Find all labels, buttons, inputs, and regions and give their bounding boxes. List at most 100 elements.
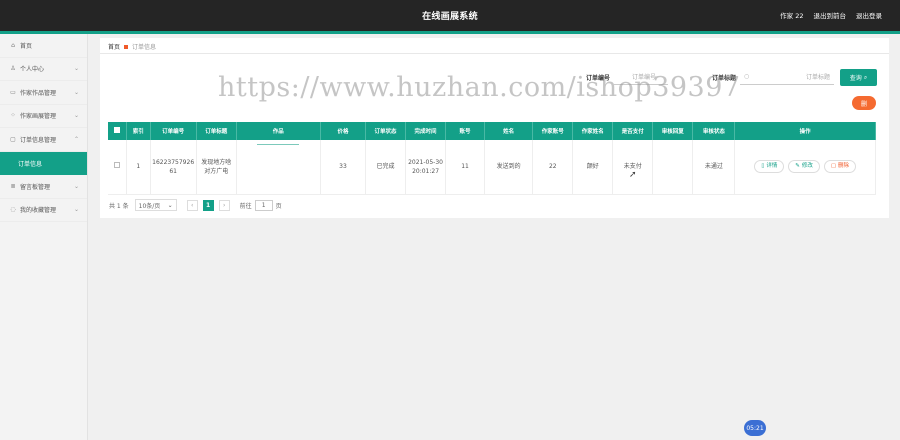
order-no-label: 订单编号	[586, 74, 611, 82]
pagination: 共 1 条 10条/页 ⌄ ‹ 1 › 前往 1 页	[109, 199, 282, 211]
col-price: 价格	[320, 122, 367, 140]
search-button-label: 查询	[849, 75, 862, 82]
cell-finish-clock: 20:01:27	[412, 167, 440, 175]
edit-icon: ✎	[795, 163, 800, 170]
col-work: 作品	[236, 122, 321, 140]
cell-order-no-line1: 16223757926	[152, 158, 195, 166]
document-icon: ▯	[761, 163, 765, 170]
edit-button-label: 修改	[801, 163, 813, 170]
orders-table: 索引 订单编号 订单标题 作品 价格 订单状态 完成时间 账号 姓名 作家账号 …	[108, 122, 876, 195]
sidebar-item-home[interactable]: ⌂ 首页	[0, 34, 87, 58]
clock-badge[interactable]: 05:21	[744, 420, 766, 436]
cell-order-title: 发现地方啥 对方广电	[196, 140, 237, 195]
col-order-no: 订单编号	[150, 122, 197, 140]
chevron-down-icon: ⌄	[73, 206, 79, 214]
trash-icon: ▢	[830, 163, 837, 170]
chat-icon: ▭	[10, 88, 16, 96]
header-accent-line	[0, 31, 900, 34]
current-user: 作家 22	[780, 12, 804, 20]
prev-page-button[interactable]: ‹	[186, 199, 198, 211]
sidebar-item-profile[interactable]: ♙ 个人中心 ⌄	[0, 58, 87, 81]
cell-operations: ▯ 详情 ✎ 修改 ▢ 删除	[734, 140, 876, 195]
header-actions: 作家 22 退出到前台 退出登录	[780, 10, 882, 20]
sidebar-item-label: 留言板管理	[20, 183, 51, 191]
row-checkbox[interactable]	[108, 140, 127, 195]
cell-name: 发送到的	[484, 140, 534, 195]
sidebar-item-label: 首页	[20, 42, 33, 50]
goto-label: 前往	[239, 202, 252, 210]
col-name: 姓名	[484, 122, 534, 140]
chevron-right-icon: ›	[222, 201, 226, 209]
cell-review-status: 未通过	[692, 140, 736, 195]
sidebar-item-messages[interactable]: ≣ 留言板管理 ⌄	[0, 175, 87, 199]
breadcrumb-separator-icon	[124, 44, 129, 49]
page-size-select[interactable]: 10条/页 ⌄	[134, 199, 177, 211]
chevron-down-icon: ⌄	[167, 201, 173, 209]
delete-button[interactable]: ▢ 删除	[823, 160, 857, 174]
pagination-total: 共 1 条	[109, 202, 129, 210]
work-image-placeholder	[257, 144, 300, 146]
logout-link[interactable]: 退出登录	[856, 10, 882, 20]
cell-finish-date: 2021-05-30	[408, 158, 443, 166]
sidebar-item-label: 我的收藏管理	[20, 207, 57, 215]
breadcrumb: 首页 订单信息	[108, 42, 156, 51]
cell-order-no-line2: 61	[169, 167, 177, 175]
sidebar-item-order-info[interactable]: 订单信息	[0, 151, 87, 175]
message-icon: ▢	[10, 135, 16, 143]
col-paid: 是否支付	[612, 122, 654, 140]
edit-button[interactable]: ✎ 修改	[788, 160, 820, 174]
col-review-status: 审核状态	[692, 122, 736, 140]
app-title: 在线画展系统	[422, 12, 478, 22]
col-status: 订单状态	[365, 122, 407, 140]
user-icon: ♙	[10, 65, 16, 73]
sidebar-item-orders[interactable]: ▢ 订单信息管理 ⌃	[0, 128, 87, 152]
mouse-cursor-icon: ➚	[629, 170, 637, 180]
sidebar-item-label: 作家画展管理	[20, 113, 57, 121]
top-bar: 在线画展系统 作家 22 退出到前台 退出登录	[0, 0, 900, 31]
sidebar-item-label: 个人中心	[20, 66, 45, 74]
sidebar-item-exhibitions[interactable]: ⁘ 作家画展管理 ⌄	[0, 105, 87, 128]
search-icon: ⌕	[863, 73, 868, 81]
cell-account: 11	[445, 140, 486, 195]
cell-order-title-line2: 对方广电	[204, 167, 229, 175]
cell-review-reply	[652, 140, 694, 195]
next-page-button[interactable]: ›	[218, 199, 230, 211]
search-button[interactable]: 查询 ⌕	[840, 69, 877, 86]
cell-price: 33	[320, 140, 367, 195]
select-all-checkbox[interactable]	[108, 122, 127, 140]
sidebar-item-favorites[interactable]: ◌ 我的收藏管理 ⌄	[0, 199, 87, 222]
order-title-input[interactable]: ○ 订单标题	[740, 69, 835, 85]
chevron-left-icon: ‹	[190, 201, 194, 209]
cell-work	[236, 140, 321, 195]
sidebar: ⌂ 首页 ♙ 个人中心 ⌄ ▭ 作家作品管理 ⌄ ⁘ 作家画展管理 ⌄ ▢ 订单…	[0, 34, 88, 440]
delete-button-label: 删除	[838, 163, 850, 170]
home-icon: ⌂	[11, 41, 15, 49]
col-index: 索引	[126, 122, 151, 140]
detail-button[interactable]: ▯ 详情	[754, 160, 785, 174]
order-title-placeholder: 订单标题	[806, 74, 831, 81]
col-order-title: 订单标题	[196, 122, 237, 140]
sidebar-item-label: 订单信息管理	[20, 136, 57, 144]
batch-delete-button[interactable]: 删	[852, 96, 876, 110]
goto-page-input[interactable]: 1	[254, 199, 273, 211]
breadcrumb-home[interactable]: 首页	[108, 42, 120, 51]
cell-index: 1	[126, 140, 151, 195]
col-account: 账号	[445, 122, 486, 140]
sidebar-item-label: 订单信息	[18, 160, 43, 168]
order-no-input[interactable]: 订单编号	[614, 69, 669, 85]
col-author-name: 作家姓名	[572, 122, 614, 140]
detail-button-label: 详情	[766, 163, 778, 170]
cell-author-name: 颠好	[572, 140, 614, 195]
chevron-down-icon: ⌄	[73, 112, 79, 120]
sidebar-item-works[interactable]: ▭ 作家作品管理 ⌄	[0, 81, 87, 105]
search-icon: ○	[744, 73, 750, 80]
col-review-reply: 审核回复	[652, 122, 694, 140]
goto-suffix: 页	[275, 202, 282, 210]
exit-backend-link[interactable]: 退出到前台	[814, 10, 847, 20]
order-title-filter: 订单标题 ○ 订单标题	[712, 69, 835, 85]
page-button-current[interactable]: 1	[202, 199, 214, 211]
cell-status: 已完成	[365, 140, 407, 195]
col-author-account: 作家账号	[532, 122, 574, 140]
grid-icon: ⁘	[10, 112, 16, 120]
cell-paid: 未支付	[612, 140, 654, 195]
